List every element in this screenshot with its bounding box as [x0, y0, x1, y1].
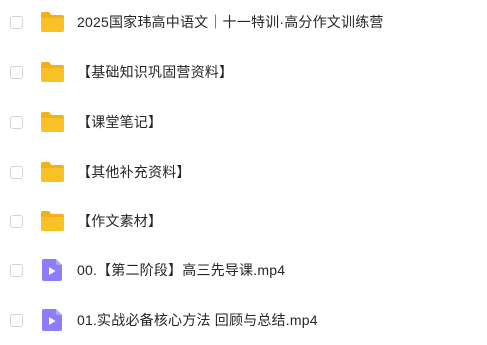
- select-checkbox[interactable]: [10, 263, 23, 277]
- video-file-icon: [42, 309, 62, 331]
- file-list: 2025国家玮高中语文｜十一特训·高分作文训练营 【基础知识巩固营资料】 【课堂…: [0, 0, 487, 331]
- folder-icon: [41, 62, 64, 82]
- item-name[interactable]: 【作文素材】: [77, 211, 162, 231]
- select-checkbox[interactable]: [10, 214, 23, 228]
- item-name[interactable]: 【基础知识巩固营资料】: [77, 62, 233, 82]
- select-checkbox[interactable]: [10, 15, 23, 29]
- select-checkbox[interactable]: [10, 65, 23, 79]
- list-item-folder[interactable]: 【其他补充资料】: [0, 147, 487, 197]
- list-item-folder[interactable]: 【基础知识巩固营资料】: [0, 47, 487, 97]
- item-name[interactable]: 【课堂笔记】: [77, 112, 162, 132]
- list-item-video[interactable]: 00.【第二阶段】高三先导课.mp4: [0, 245, 487, 295]
- folder-icon: [41, 12, 64, 32]
- item-name[interactable]: 00.【第二阶段】高三先导课.mp4: [77, 260, 285, 280]
- select-checkbox[interactable]: [10, 115, 23, 129]
- list-item-folder[interactable]: 【作文素材】: [0, 196, 487, 246]
- folder-icon: [41, 112, 64, 132]
- list-item-video[interactable]: 01.实战必备核心方法 回顾与总结.mp4: [0, 295, 487, 345]
- item-name[interactable]: 2025国家玮高中语文｜十一特训·高分作文训练营: [77, 12, 384, 32]
- select-checkbox[interactable]: [10, 165, 23, 179]
- item-name[interactable]: 【其他补充资料】: [77, 162, 191, 182]
- list-item-folder[interactable]: 【课堂笔记】: [0, 97, 487, 147]
- select-checkbox[interactable]: [10, 313, 23, 327]
- folder-icon: [41, 211, 64, 231]
- folder-icon: [41, 162, 64, 182]
- video-file-icon: [42, 259, 62, 281]
- list-item-folder[interactable]: 2025国家玮高中语文｜十一特训·高分作文训练营: [0, 0, 487, 47]
- item-name[interactable]: 01.实战必备核心方法 回顾与总结.mp4: [77, 310, 318, 330]
